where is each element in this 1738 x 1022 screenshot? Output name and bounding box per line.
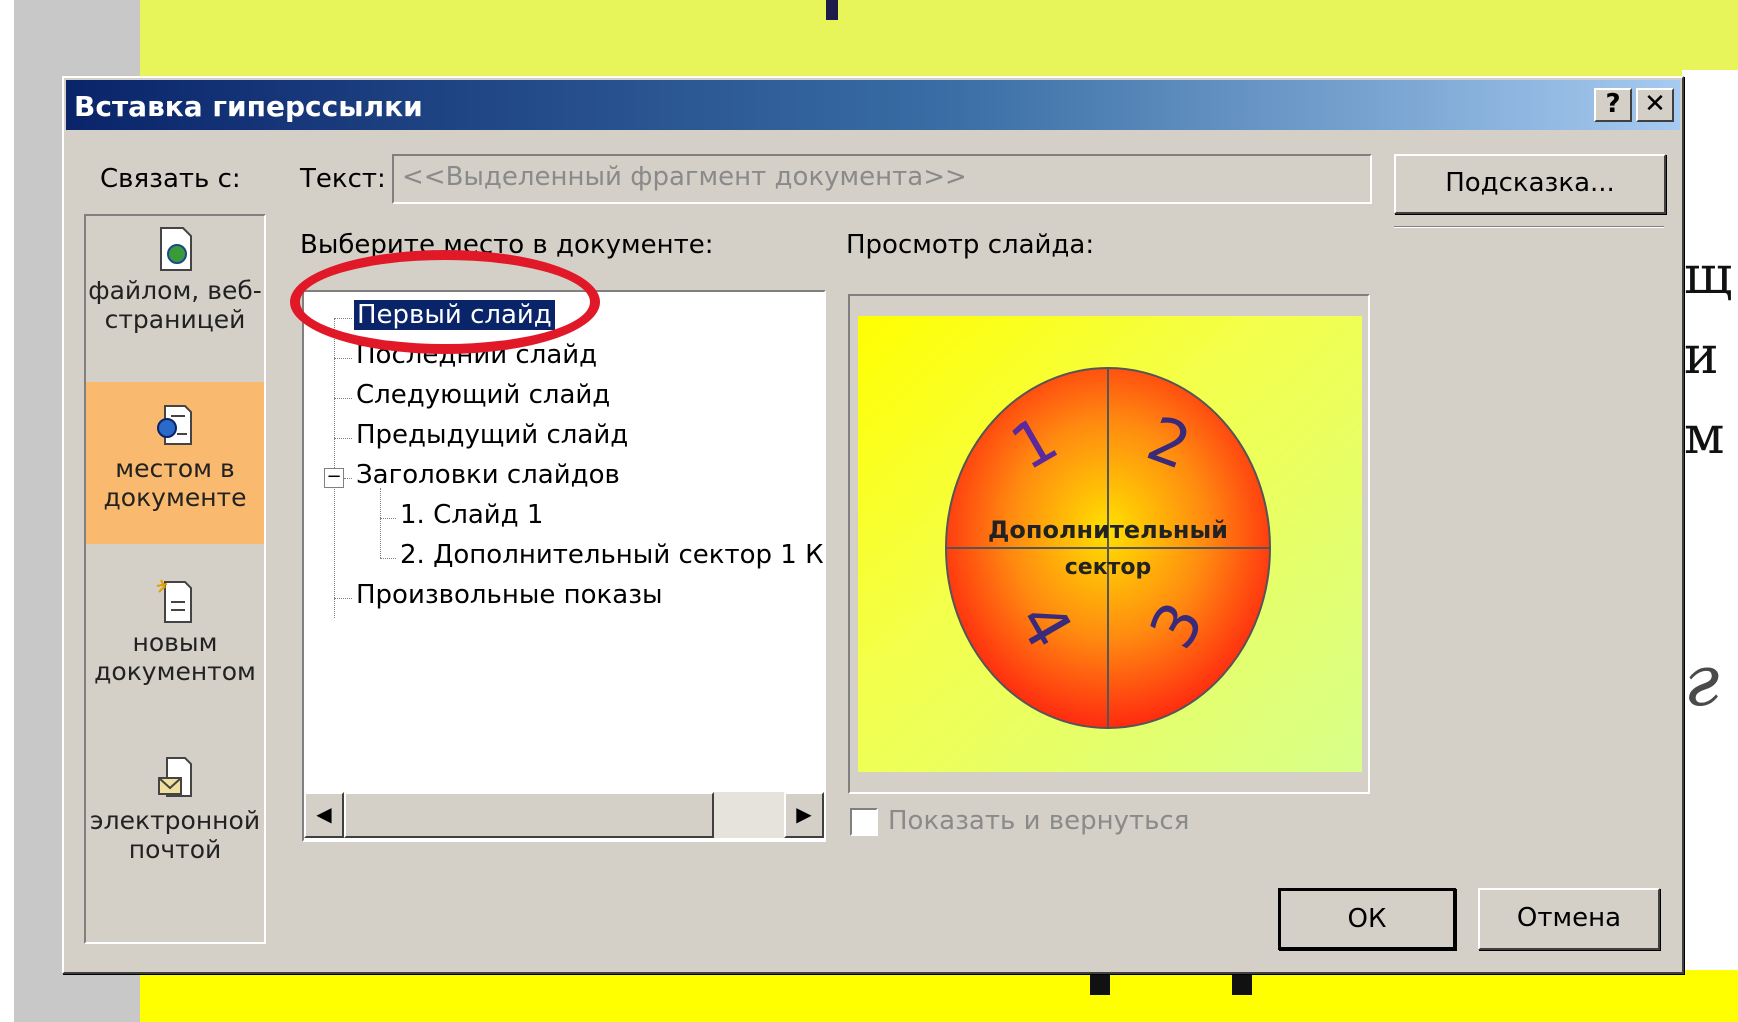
- tree-item-custom-shows[interactable]: Произвольные показы: [356, 580, 663, 610]
- dialog-title: Вставка гиперссылки: [74, 90, 423, 123]
- link-email[interactable]: электронной почтой: [86, 746, 264, 906]
- ok-button[interactable]: ОК: [1278, 888, 1456, 950]
- link-to-label: Связать с:: [100, 164, 241, 194]
- title-bar[interactable]: Вставка гиперссылки ? ✕: [66, 80, 1680, 130]
- link-new-document[interactable]: новым документом: [86, 568, 264, 724]
- link-to-bar: файлом, веб- страницей местом в документ…: [84, 214, 266, 944]
- link-label-line-1: электронной: [89, 806, 261, 835]
- highlight-annotation: [290, 250, 600, 354]
- tree-connector: [334, 358, 352, 359]
- tree-item-slide-2[interactable]: 2. Дополнительный сектор 1 Ком: [400, 540, 824, 570]
- tree-item-slide-titles[interactable]: Заголовки слайдов: [356, 460, 620, 490]
- link-label-line-2: документе: [103, 483, 247, 512]
- slide-preview-label: Просмотр слайда:: [846, 230, 1095, 260]
- tree-connector: [380, 558, 396, 559]
- tree-item-next-slide[interactable]: Следующий слайд: [356, 380, 610, 410]
- link-existing-file[interactable]: файлом, веб- страницей: [86, 226, 264, 382]
- link-label-line-1: файлом, веб-: [88, 276, 262, 305]
- background-text-2: и: [1684, 326, 1719, 386]
- tree-connector: [334, 398, 352, 399]
- background-italic-text: г: [1684, 640, 1720, 722]
- collapse-icon[interactable]: −: [324, 468, 344, 488]
- help-button[interactable]: ?: [1594, 88, 1632, 122]
- screentip-button[interactable]: Подсказка...: [1394, 154, 1666, 214]
- tree-connector: [334, 598, 352, 599]
- circle-label-1: Дополнительный: [988, 516, 1228, 544]
- sector-circle-image: Дополнительный сектор 1 2 3 4: [945, 367, 1271, 729]
- horizontal-scrollbar[interactable]: ◀ ▶: [304, 792, 824, 838]
- scroll-thumb[interactable]: [344, 792, 714, 838]
- cancel-button[interactable]: Отмена: [1478, 888, 1660, 950]
- slide-preview: Дополнительный сектор 1 2 3 4: [848, 294, 1370, 794]
- tree-connector: [344, 478, 352, 479]
- slide-thumbnail: Дополнительный сектор 1 2 3 4: [858, 316, 1362, 772]
- background-right-panel: [1682, 70, 1738, 970]
- web-page-icon: [160, 227, 192, 271]
- separator: [1394, 226, 1664, 228]
- link-label-line-1: новым: [132, 628, 218, 657]
- link-label-line-1: местом в: [115, 454, 235, 483]
- scroll-left-arrow-icon[interactable]: ◀: [304, 792, 344, 838]
- tree-item-slide-1[interactable]: 1. Слайд 1: [400, 500, 543, 530]
- background-text-1: щ: [1684, 246, 1733, 306]
- scroll-right-arrow-icon[interactable]: ▶: [784, 792, 824, 838]
- circle-label-2: сектор: [1065, 555, 1152, 580]
- tree-connector: [380, 518, 396, 519]
- tree-connector: [380, 488, 381, 558]
- link-place-in-document[interactable]: местом в документе: [86, 382, 264, 544]
- show-and-return-checkbox[interactable]: [850, 808, 878, 836]
- background-text-3: м: [1684, 406, 1725, 466]
- link-label-line-2: почтой: [128, 835, 222, 864]
- email-icon: [158, 757, 192, 797]
- document-place-icon: [157, 405, 192, 445]
- tree-connector: [334, 438, 352, 439]
- document-place-tree[interactable]: − Первый слайд Последний слайд Следующий…: [302, 290, 826, 842]
- link-label-line-2: документом: [94, 657, 256, 686]
- background-mark: [826, 0, 838, 20]
- insert-hyperlink-dialog: Вставка гиперссылки ? ✕ Связать с: Текст…: [62, 76, 1684, 974]
- background-white-strip: [0, 0, 14, 1022]
- new-document-icon: [156, 579, 192, 623]
- display-text-field[interactable]: <<Выделенный фрагмент документа>>: [392, 154, 1372, 204]
- text-label: Текст:: [300, 164, 386, 194]
- show-and-return-label: Показать и вернуться: [888, 806, 1190, 836]
- tree-item-previous-slide[interactable]: Предыдущий слайд: [356, 420, 628, 450]
- link-label-line-2: страницей: [104, 305, 246, 334]
- close-button[interactable]: ✕: [1636, 88, 1674, 122]
